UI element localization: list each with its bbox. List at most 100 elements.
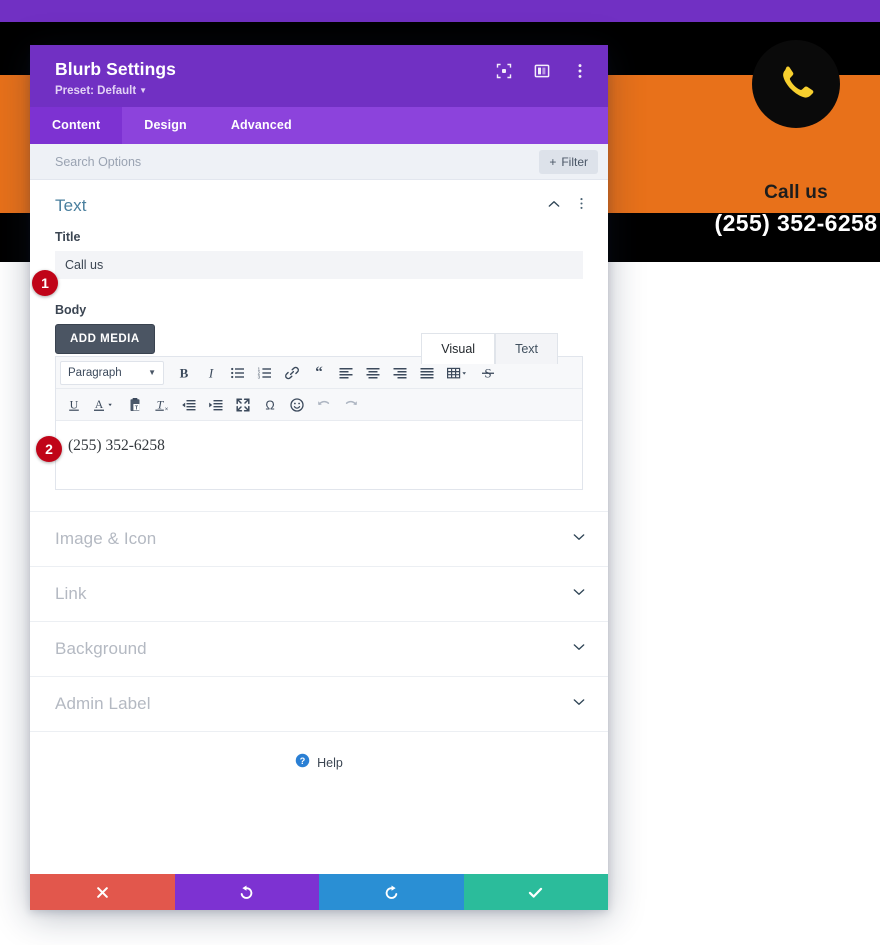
help-circle-icon: ? bbox=[295, 753, 310, 773]
section-link[interactable]: Link bbox=[30, 566, 608, 621]
paragraph-format-label: Paragraph bbox=[68, 366, 122, 379]
text-color-icon[interactable]: A bbox=[87, 392, 121, 417]
add-media-button[interactable]: ADD MEDIA bbox=[55, 324, 155, 354]
chevron-down-icon: ▼ bbox=[139, 86, 148, 95]
search-bar: + Filter bbox=[30, 144, 608, 180]
bold-icon[interactable]: B bbox=[170, 360, 197, 385]
svg-text:“: “ bbox=[315, 365, 323, 381]
svg-text:I: I bbox=[207, 365, 213, 380]
body-field-group: Body ADD MEDIA Visual Text Paragraph ▼ B… bbox=[30, 303, 608, 490]
italic-icon[interactable]: I bbox=[197, 360, 224, 385]
svg-text:×: × bbox=[164, 406, 168, 412]
redo-button[interactable] bbox=[319, 874, 464, 910]
blurb-icon-circle bbox=[752, 40, 840, 128]
editor-toolbar-row-2: U A T T × Ω bbox=[56, 389, 582, 421]
close-icon bbox=[96, 886, 108, 898]
blurb-phone-text: (255) 352-6258 bbox=[714, 210, 878, 236]
clear-formatting-icon[interactable]: T × bbox=[148, 392, 175, 417]
underline-icon[interactable]: U bbox=[60, 392, 87, 417]
modal-footer bbox=[30, 874, 608, 910]
outdent-icon[interactable] bbox=[175, 392, 202, 417]
check-icon bbox=[529, 887, 543, 898]
plus-icon: + bbox=[549, 154, 557, 169]
align-center-icon[interactable] bbox=[359, 360, 386, 385]
editor-mode-tabs: Visual Text bbox=[421, 333, 558, 364]
modal-header-actions bbox=[496, 63, 588, 79]
svg-text:T: T bbox=[156, 397, 164, 411]
wysiwyg-editor: Paragraph ▼ B I 123 “ S U A T T × Ω (255… bbox=[55, 356, 583, 490]
section-admin-label-title: Admin Label bbox=[55, 694, 151, 713]
tab-advanced[interactable]: Advanced bbox=[209, 107, 314, 144]
special-character-icon[interactable]: Ω bbox=[256, 392, 283, 417]
svg-text:B: B bbox=[179, 365, 188, 380]
chevron-down-icon: ▼ bbox=[148, 368, 156, 377]
chevron-down-icon bbox=[572, 695, 586, 714]
preset-label: Preset: Default bbox=[55, 85, 137, 97]
section-text-header[interactable]: Text bbox=[30, 180, 608, 230]
chevron-up-icon[interactable] bbox=[547, 197, 561, 216]
section-link-title: Link bbox=[55, 584, 87, 603]
redo-icon[interactable] bbox=[337, 392, 364, 417]
body-editor[interactable]: (255) 352-6258 bbox=[56, 421, 582, 489]
indent-icon[interactable] bbox=[202, 392, 229, 417]
svg-text:3: 3 bbox=[257, 374, 260, 379]
chevron-down-icon bbox=[572, 585, 586, 604]
annotation-badge-1: 1 bbox=[32, 270, 58, 296]
modal-tabs: Content Design Advanced bbox=[30, 107, 608, 144]
filter-button[interactable]: + Filter bbox=[539, 149, 598, 174]
chevron-down-icon bbox=[572, 640, 586, 659]
undo-button[interactable] bbox=[174, 874, 319, 910]
svg-text:Ω: Ω bbox=[265, 398, 274, 412]
blurb-module-preview: Call us (255) 352-6258 bbox=[710, 40, 880, 237]
blurb-settings-modal: Blurb Settings Preset: Default ▼ Content … bbox=[30, 45, 608, 910]
numbered-list-icon[interactable]: 123 bbox=[251, 360, 278, 385]
section-background[interactable]: Background bbox=[30, 621, 608, 676]
section-admin-label[interactable]: Admin Label bbox=[30, 676, 608, 731]
undo-icon[interactable] bbox=[310, 392, 337, 417]
align-right-icon[interactable] bbox=[386, 360, 413, 385]
section-background-title: Background bbox=[55, 639, 147, 658]
redo-icon bbox=[385, 885, 398, 899]
fullscreen-expand-icon[interactable] bbox=[229, 392, 256, 417]
tab-text[interactable]: Text bbox=[495, 333, 558, 364]
bulleted-list-icon[interactable] bbox=[224, 360, 251, 385]
tab-design[interactable]: Design bbox=[122, 107, 209, 144]
search-input[interactable] bbox=[55, 154, 540, 169]
help-label: Help bbox=[317, 756, 343, 770]
title-field-label: Title bbox=[55, 230, 81, 244]
svg-text:?: ? bbox=[300, 756, 306, 766]
modal-header: Blurb Settings Preset: Default ▼ bbox=[30, 45, 608, 107]
page-root: Call us (255) 352-6258 Blurb Settings Pr… bbox=[0, 0, 880, 945]
section-image-and-icon[interactable]: Image & Icon bbox=[30, 511, 608, 566]
filter-label: Filter bbox=[561, 154, 588, 169]
tab-visual[interactable]: Visual bbox=[421, 333, 496, 364]
align-left-icon[interactable] bbox=[332, 360, 359, 385]
svg-text:U: U bbox=[69, 397, 78, 411]
save-button[interactable] bbox=[463, 874, 608, 910]
cancel-button[interactable] bbox=[30, 874, 175, 910]
svg-text:A: A bbox=[95, 399, 104, 411]
section-text-title: Text bbox=[55, 196, 87, 215]
title-input[interactable] bbox=[55, 251, 583, 279]
blockquote-icon[interactable]: “ bbox=[305, 360, 332, 385]
tab-content[interactable]: Content bbox=[30, 107, 123, 144]
more-vertical-icon[interactable] bbox=[572, 63, 588, 79]
chevron-down-icon bbox=[572, 530, 586, 549]
annotation-badge-2: 2 bbox=[36, 436, 62, 462]
link-icon[interactable] bbox=[278, 360, 305, 385]
layout-columns-icon[interactable] bbox=[534, 63, 550, 79]
more-vertical-icon[interactable] bbox=[575, 197, 588, 215]
title-field-group: Title bbox=[30, 230, 608, 279]
phone-icon bbox=[783, 66, 814, 98]
paragraph-format-select[interactable]: Paragraph ▼ bbox=[60, 360, 164, 385]
fullscreen-icon[interactable] bbox=[496, 63, 512, 79]
preset-selector[interactable]: Preset: Default ▼ bbox=[55, 85, 583, 97]
help-row[interactable]: ? Help bbox=[30, 731, 608, 773]
section-image-and-icon-title: Image & Icon bbox=[55, 529, 157, 548]
section-text-actions bbox=[547, 197, 588, 216]
paste-as-text-icon[interactable]: T bbox=[121, 392, 148, 417]
blurb-title: Call us bbox=[764, 182, 828, 203]
emoji-icon[interactable] bbox=[283, 392, 310, 417]
undo-icon bbox=[240, 885, 253, 899]
modal-body: Text Title Body ADD MED bbox=[30, 180, 608, 874]
